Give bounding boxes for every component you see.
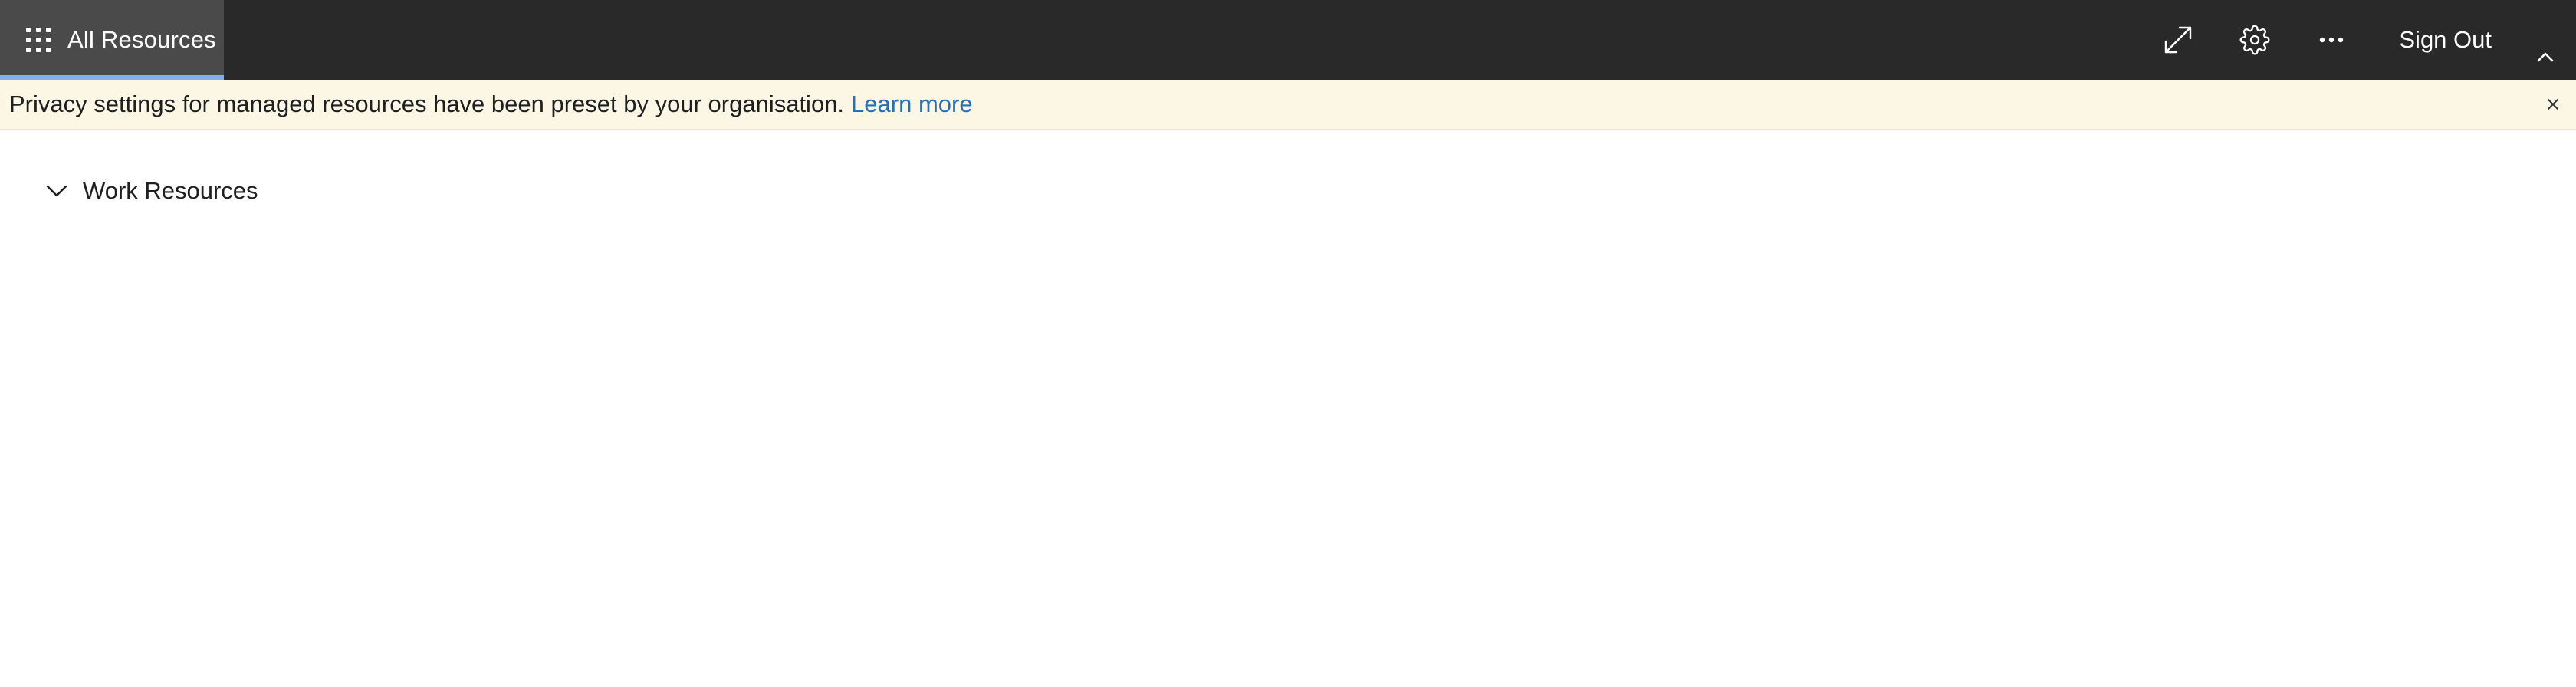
waffle-icon: [26, 28, 51, 52]
gear-icon: [2239, 25, 2270, 55]
collapse-toolbar-button[interactable]: [2515, 0, 2576, 80]
learn-more-link[interactable]: Learn more: [851, 90, 973, 118]
banner-close-button[interactable]: [2539, 90, 2567, 118]
banner-message: Privacy settings for managed resources h…: [9, 90, 845, 117]
top-navigation-bar: All Resources Sign Out: [0, 0, 2576, 80]
privacy-notice-banner: Privacy settings for managed resources h…: [0, 80, 2576, 130]
more-options-button[interactable]: [2293, 0, 2370, 80]
chevron-down-icon: [41, 176, 72, 206]
expand-arrows-icon: [2165, 26, 2192, 54]
ellipsis-icon: [2320, 37, 2344, 43]
close-icon: [2548, 99, 2558, 110]
chevron-up-icon: [2537, 52, 2554, 62]
all-resources-tab[interactable]: All Resources: [0, 0, 224, 80]
work-resources-section-toggle[interactable]: Work Resources: [41, 172, 258, 210]
all-resources-label: All Resources: [67, 26, 216, 53]
fullscreen-button[interactable]: [2140, 0, 2216, 80]
settings-button[interactable]: [2216, 0, 2293, 80]
sign-out-button[interactable]: Sign Out: [2376, 0, 2515, 80]
section-title: Work Resources: [83, 177, 258, 204]
